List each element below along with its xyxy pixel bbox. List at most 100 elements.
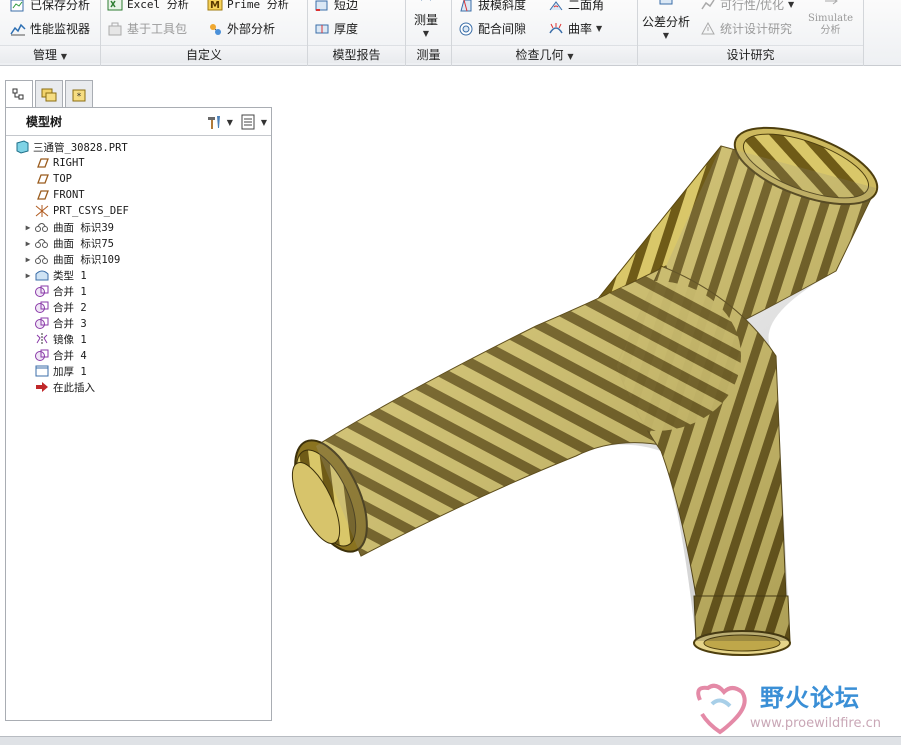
watermark: 野火论坛 www.proewildfire.cn	[690, 678, 895, 738]
thickness-button[interactable]: 厚度	[314, 20, 358, 37]
simulate-analysis-button[interactable]: Simulate 分析	[808, 0, 853, 36]
expand-arrow-icon[interactable]: ▶	[22, 223, 34, 232]
list-icon	[241, 114, 255, 130]
tree-node[interactable]: 合并 3	[10, 315, 271, 331]
chevron-down-icon: ▼	[226, 117, 233, 127]
tree-node[interactable]: 合并 4	[10, 347, 271, 363]
graphics-viewport[interactable]	[276, 66, 901, 736]
simulate-icon	[824, 0, 838, 5]
tree-node[interactable]: ▶ 类型 1	[10, 267, 271, 283]
tree-node-label: RIGHT	[53, 157, 85, 169]
group-inspect-geometry: 拔模斜度 配合间隙 二面角 曲率 ▼ 检查几何 ▼	[452, 0, 638, 66]
tolerance-analysis-button[interactable]: 公差分析 ▼	[642, 0, 690, 40]
short-edge-button[interactable]: 短边	[314, 0, 358, 13]
performance-monitor-icon	[10, 23, 26, 35]
curvature-icon	[549, 22, 563, 33]
performance-monitor-button[interactable]: 性能监视器	[10, 20, 90, 37]
tree-node[interactable]: RIGHT	[10, 155, 271, 171]
tree-node-label: 镜像 1	[53, 333, 87, 346]
feasibility-icon	[701, 0, 715, 9]
datum-plane-icon	[34, 188, 50, 202]
model-tree-panel: 模型树 ▼ ▼ 三通管_30828.PRT RIGHT TOP FRONT PRT_CS…	[5, 107, 272, 721]
chevron-down-icon: ▼	[260, 117, 267, 127]
hammer-tools-icon	[207, 116, 220, 129]
tree-node[interactable]: FRONT	[10, 187, 271, 203]
expand-arrow-icon[interactable]: ▶	[22, 255, 34, 264]
tree-node-label: 三通管_30828.PRT	[33, 141, 128, 154]
group-design-study: 公差分析 ▼ 可行性/优化 ▼ 统计设计研究 Simulate 分析 设计研究	[638, 0, 864, 66]
tree-node[interactable]: 三通管_30828.PRT	[10, 139, 271, 155]
tolerance-analysis-icon	[659, 0, 673, 5]
group-label-design-study: 设计研究	[638, 45, 863, 63]
folder-browser-icon	[41, 88, 57, 101]
saved-analysis-button[interactable]: 已保存分析	[10, 0, 90, 13]
excel-icon	[107, 0, 123, 11]
tree-node-label: 曲面 标识39	[53, 221, 114, 234]
chevron-down-icon: ▼	[60, 52, 67, 61]
surface-icon	[34, 236, 50, 250]
tree-node-label: 曲面 标识109	[53, 253, 121, 266]
tree-node[interactable]: 在此插入	[10, 379, 271, 395]
model-tree-icon	[12, 88, 24, 100]
tree-node[interactable]: 加厚 1	[10, 363, 271, 379]
favorites-icon: *	[72, 89, 86, 102]
model-tree-tools: ▼ ▼	[205, 113, 267, 131]
excel-analysis-button[interactable]: Excel 分析	[107, 0, 189, 12]
draft-button[interactable]: 拔模斜度	[458, 0, 526, 13]
navigator-tabs: *	[5, 80, 93, 109]
group-label-inspect-geometry[interactable]: 检查几何 ▼	[452, 45, 637, 63]
tee-pipe-model[interactable]	[276, 66, 901, 736]
tree-node[interactable]: PRT_CSYS_DEF	[10, 203, 271, 219]
tree-node-label: 类型 1	[53, 269, 87, 282]
tree-node[interactable]: 镜像 1	[10, 331, 271, 347]
tree-node[interactable]: TOP	[10, 171, 271, 187]
model-tree-title: 模型树	[26, 115, 63, 129]
dihedral-angle-icon	[549, 0, 563, 10]
thickness-icon	[315, 24, 329, 33]
group-label-manage[interactable]: 管理 ▼	[0, 45, 100, 63]
toolkit-based-button[interactable]: 基于工具包	[107, 20, 187, 37]
tree-show-button[interactable]: ▼	[239, 113, 267, 131]
group-manage: 已保存分析 性能监视器 管理 ▼	[0, 0, 101, 66]
expand-arrow-icon[interactable]: ▶	[22, 239, 34, 248]
expand-arrow-icon[interactable]: ▶	[22, 271, 34, 280]
dihedral-angle-button[interactable]: 二面角	[548, 0, 604, 13]
curvature-button[interactable]: 曲率 ▼	[548, 20, 602, 37]
tree-node-label: TOP	[53, 173, 72, 185]
tab-folder-browser[interactable]	[35, 80, 63, 108]
ribbon: 已保存分析 性能监视器 管理 ▼ Excel 分析 M Prime 分析 基于工…	[0, 0, 901, 66]
statistical-design-study-button[interactable]: 统计设计研究	[700, 20, 792, 37]
surface-icon	[34, 252, 50, 266]
tree-node[interactable]: ▶ 曲面 标识109	[10, 251, 271, 267]
group-custom: Excel 分析 M Prime 分析 基于工具包 外部分析 自定义	[101, 0, 308, 66]
tree-settings-button[interactable]: ▼	[205, 113, 233, 131]
svg-text:M: M	[210, 0, 220, 11]
saved-analysis-icon	[10, 0, 24, 11]
merge-icon	[34, 300, 50, 314]
chevron-down-icon: ▼	[567, 52, 574, 61]
tab-model-tree[interactable]	[5, 80, 33, 109]
tree-node-label: 合并 1	[53, 285, 87, 298]
tree-node-label: 合并 4	[53, 349, 87, 362]
status-bar	[0, 736, 901, 745]
mating-clearance-icon	[459, 22, 473, 35]
mating-clearance-button[interactable]: 配合间隙	[458, 20, 526, 37]
prime-analysis-button[interactable]: M Prime 分析	[207, 0, 289, 12]
tab-favorites[interactable]: *	[65, 80, 93, 108]
statistical-study-icon	[701, 21, 715, 34]
short-edge-icon	[315, 0, 328, 11]
external-analysis-button[interactable]: 外部分析	[207, 20, 275, 37]
tree-node-label: PRT_CSYS_DEF	[53, 205, 129, 217]
watermark-url: www.proewildfire.cn	[750, 716, 881, 731]
tree-node[interactable]: ▶ 曲面 标识39	[10, 219, 271, 235]
tree-node[interactable]: 合并 1	[10, 283, 271, 299]
chevron-down-icon: ▼	[788, 0, 795, 9]
feasibility-optimization-button[interactable]: 可行性/优化 ▼	[700, 0, 794, 13]
tree-node-label: 在此插入	[53, 381, 95, 394]
toolkit-icon	[108, 22, 122, 35]
tree-node[interactable]: 合并 2	[10, 299, 271, 315]
tree-node[interactable]: ▶ 曲面 标识75	[10, 235, 271, 251]
datum-plane-icon	[34, 172, 50, 186]
group-label-measure: 测量	[406, 45, 451, 63]
measure-button[interactable]: 测量 ▼	[414, 0, 438, 38]
